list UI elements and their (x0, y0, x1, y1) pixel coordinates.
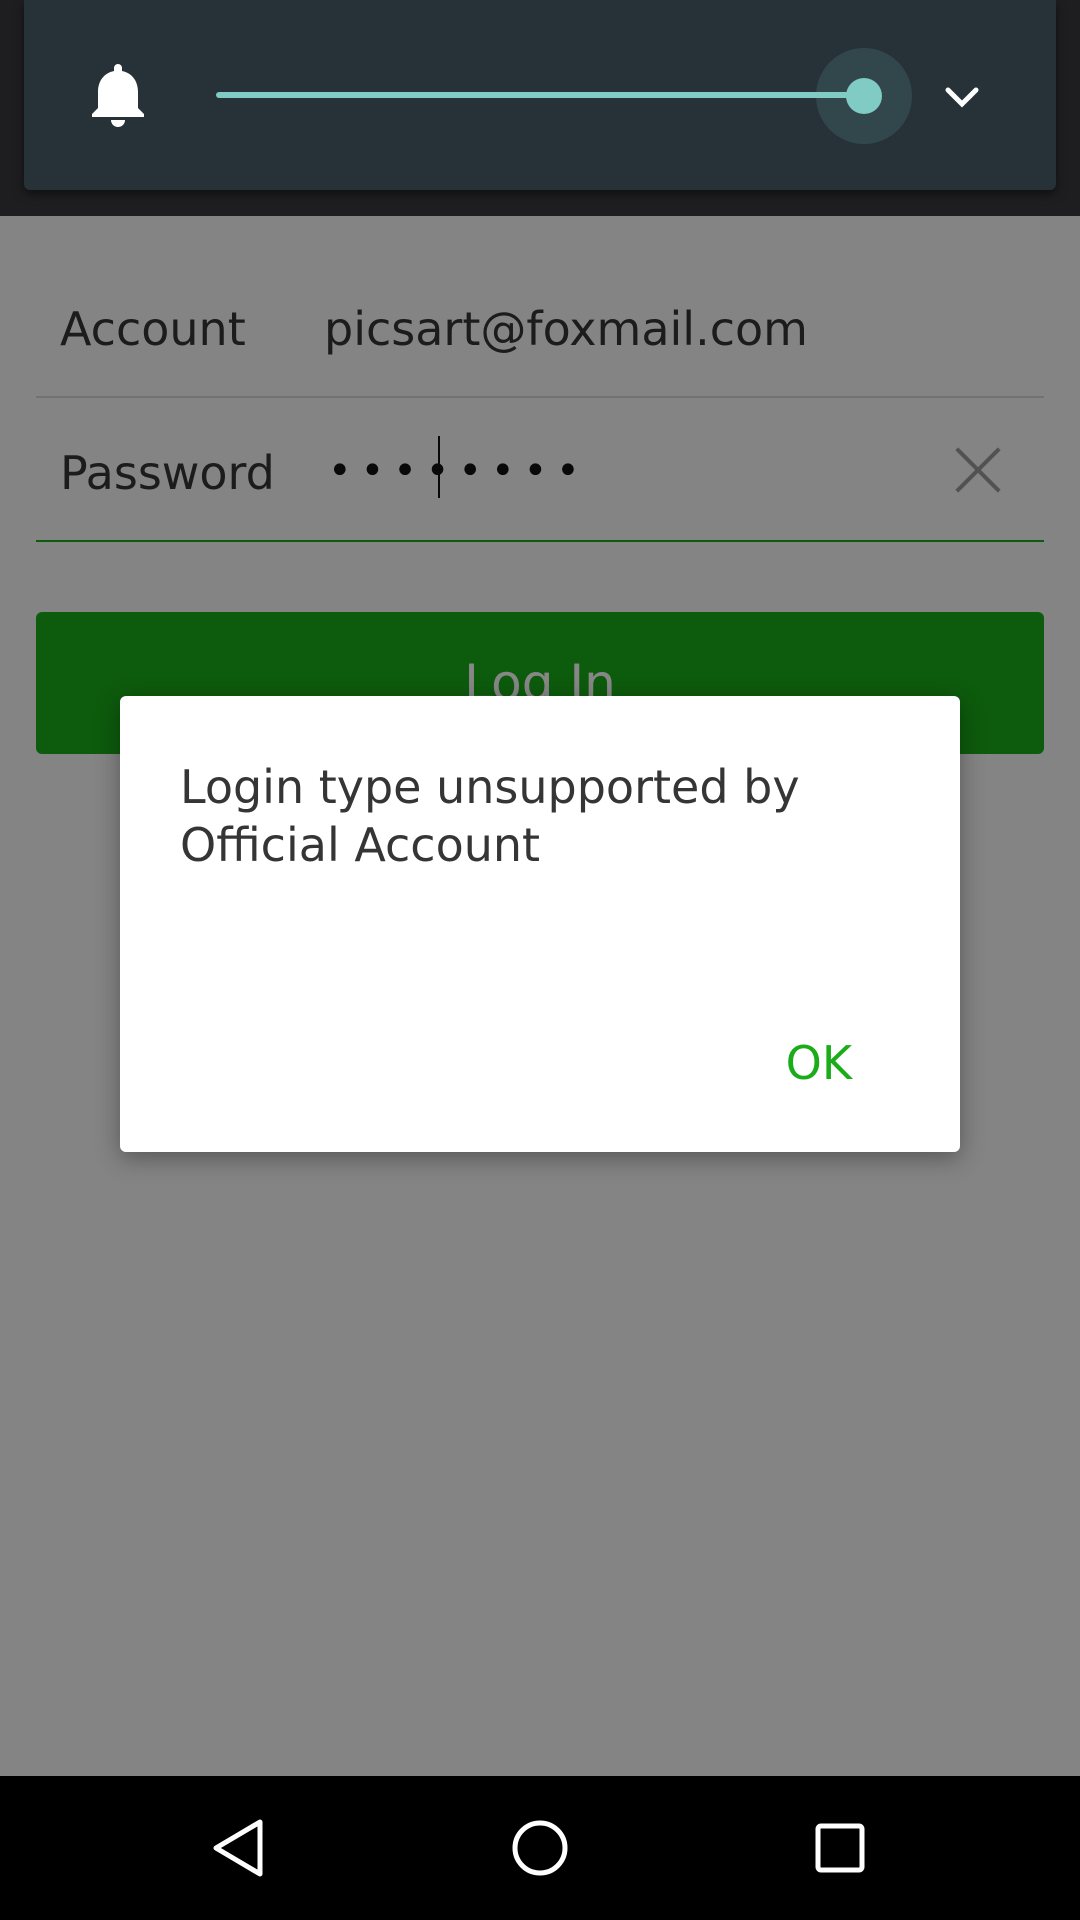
alert-dialog: Login type unsupported by Official Accou… (120, 696, 960, 1152)
navigation-bar (0, 1776, 1080, 1920)
volume-slider-track[interactable] (216, 92, 864, 98)
volume-slider-thumb[interactable] (846, 78, 882, 114)
chevron-down-icon[interactable] (940, 76, 984, 120)
home-icon[interactable] (504, 1812, 576, 1884)
bell-icon[interactable] (90, 60, 146, 128)
recents-icon[interactable] (804, 1812, 876, 1884)
dialog-message: Login type unsupported by Official Accou… (180, 760, 800, 872)
volume-panel (24, 0, 1056, 190)
ok-button[interactable]: OK (770, 1026, 868, 1100)
back-icon[interactable] (204, 1812, 276, 1884)
